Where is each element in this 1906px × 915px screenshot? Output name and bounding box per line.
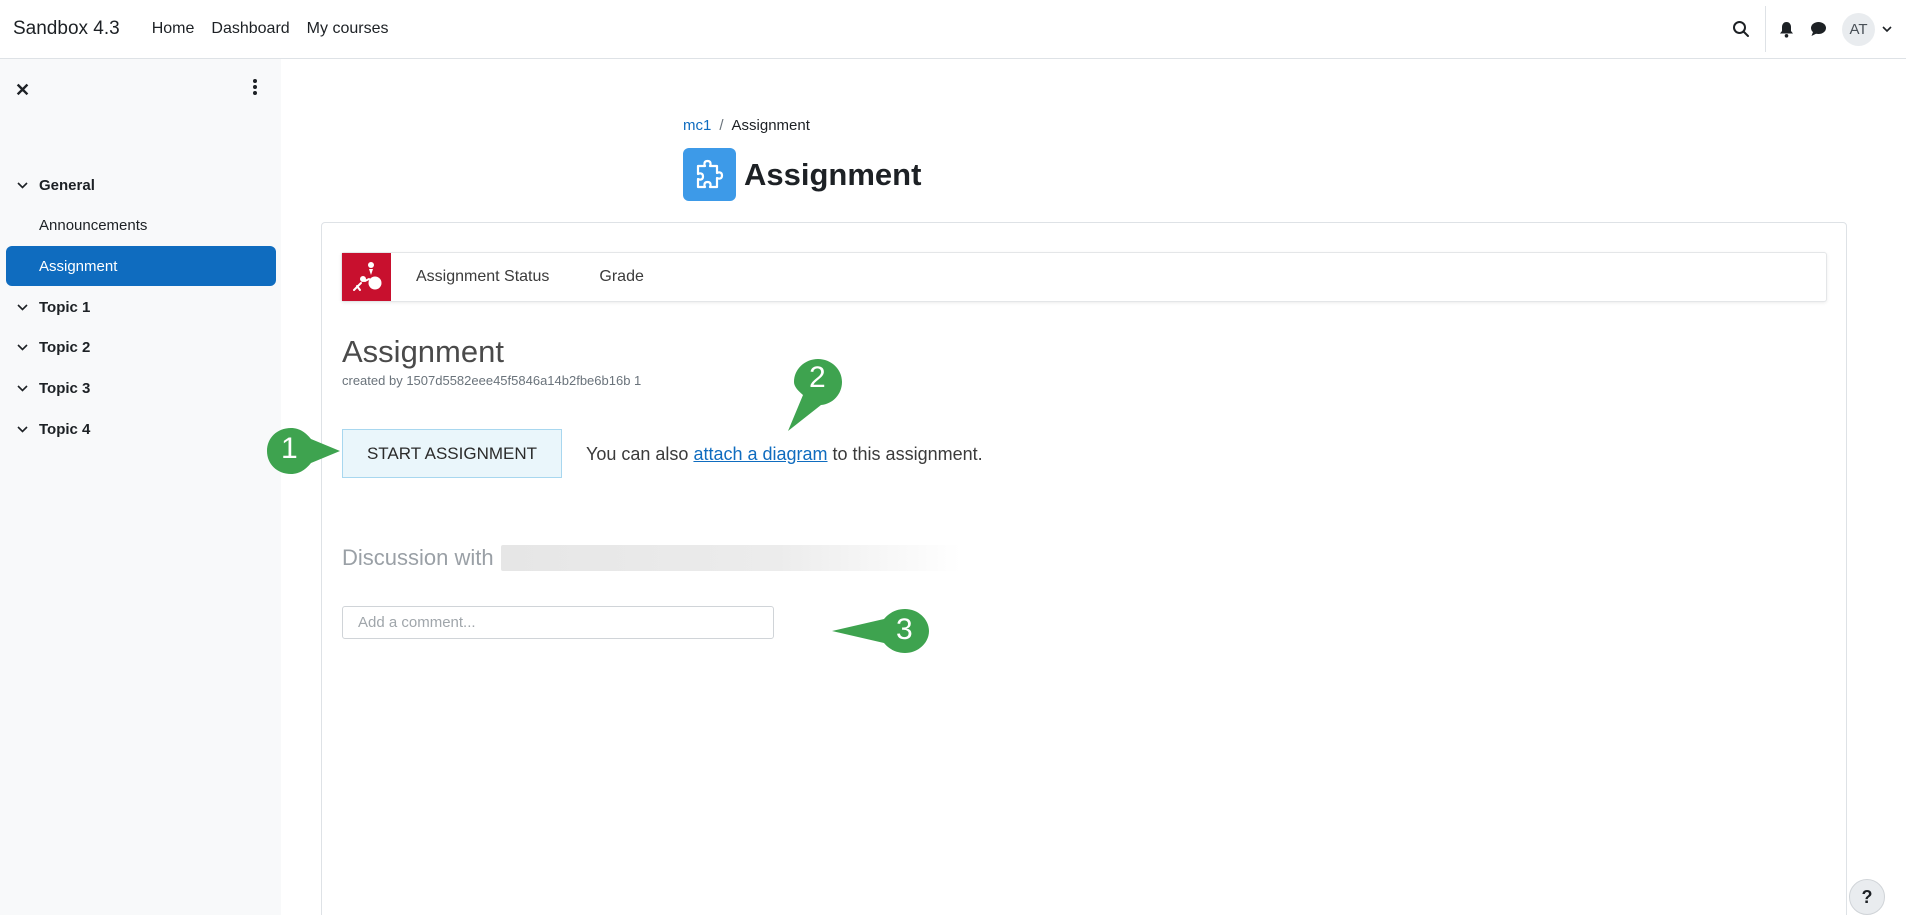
callout-number: 1 (281, 432, 298, 465)
attach-prefix: You can also (586, 444, 689, 464)
section-topic-4[interactable]: Topic 4 (0, 409, 281, 449)
attach-diagram-link[interactable]: attach a diagram (693, 444, 827, 464)
search-icon[interactable] (1731, 19, 1751, 39)
section-general[interactable]: General (0, 165, 281, 205)
attach-suffix: to this assignment. (832, 444, 983, 464)
primary-navigation: Home Dashboard My courses (152, 20, 389, 38)
section-topic-1[interactable]: Topic 1 (0, 287, 281, 327)
section-label: General (39, 176, 95, 194)
drawer-item-announcements[interactable]: Announcements (6, 205, 276, 245)
close-drawer-icon[interactable]: ✕ (15, 80, 30, 101)
redacted-user-name (500, 545, 961, 571)
bell-icon[interactable] (1776, 19, 1796, 39)
nav-link-dashboard[interactable]: Dashboard (211, 20, 289, 38)
breadcrumb: mc1 / Assignment (683, 117, 810, 134)
nav-link-my-courses[interactable]: My courses (307, 20, 389, 38)
more-options-icon[interactable] (252, 79, 258, 97)
breadcrumb-course-link[interactable]: mc1 (683, 117, 711, 134)
puzzle-piece-icon (683, 148, 736, 201)
user-navigation: AT (1731, 0, 1906, 58)
callout-number: 2 (809, 361, 826, 394)
attach-diagram-text: You can also attach a diagram to this as… (586, 444, 983, 465)
start-assignment-button[interactable]: START ASSIGNMENT (342, 429, 562, 478)
avatar[interactable]: AT (1842, 12, 1875, 46)
created-by-text: created by 1507d5582eee45f5846a14b2fbe6b… (342, 373, 642, 388)
comment-input[interactable] (342, 606, 774, 639)
section-label: Topic 1 (39, 298, 91, 316)
assignment-heading: Assignment (342, 334, 504, 369)
chevron-down-icon[interactable] (17, 420, 29, 438)
top-navbar: Sandbox 4.3 Home Dashboard My courses AT (0, 0, 1906, 59)
discussion-label: Discussion with (342, 545, 494, 570)
site-brand[interactable]: Sandbox 4.3 (13, 18, 120, 40)
help-button[interactable]: ? (1849, 879, 1885, 915)
tab-assignment-status[interactable]: Assignment Status (416, 268, 574, 286)
course-index-drawer: ✕ General Announcements Assignment Topic… (0, 59, 281, 915)
callout-number: 3 (896, 613, 913, 646)
chevron-down-icon[interactable] (17, 298, 29, 316)
callout-3: 3 (831, 606, 931, 656)
chevron-down-icon[interactable] (1882, 20, 1892, 38)
chevron-down-icon[interactable] (17, 379, 29, 397)
section-label: Topic 4 (39, 420, 91, 438)
plugin-logo (342, 253, 391, 301)
drawer-item-assignment[interactable]: Assignment (6, 246, 276, 286)
plugin-tab-bar: Assignment Status Grade (341, 252, 1827, 302)
chat-icon[interactable] (1808, 19, 1828, 39)
nav-link-home[interactable]: Home (152, 20, 195, 38)
breadcrumb-current: Assignment (731, 117, 810, 134)
tab-grade[interactable]: Grade (599, 268, 668, 286)
section-topic-3[interactable]: Topic 3 (0, 368, 281, 408)
chevron-down-icon[interactable] (17, 176, 29, 194)
chevron-down-icon[interactable] (17, 338, 29, 356)
section-topic-2[interactable]: Topic 2 (0, 327, 281, 367)
callout-1: 1 (266, 426, 344, 476)
page-header: Assignment (683, 148, 921, 201)
navbar-divider (1765, 6, 1766, 52)
page-title: Assignment (744, 156, 922, 192)
callout-2: 2 (781, 357, 845, 433)
section-label: Topic 3 (39, 379, 91, 397)
breadcrumb-separator: / (719, 117, 724, 134)
section-label: Topic 2 (39, 338, 91, 356)
discussion-heading: Discussion with (342, 545, 961, 571)
